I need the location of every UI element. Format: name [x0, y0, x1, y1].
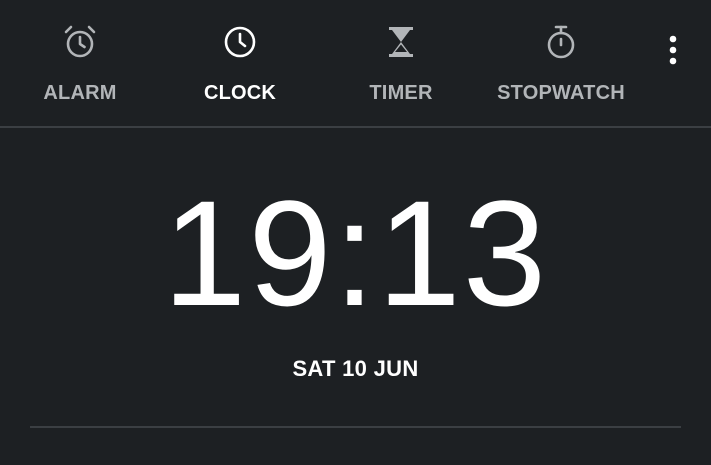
clock-icon: [220, 22, 260, 62]
stopwatch-icon: [541, 22, 581, 62]
overflow-menu-button[interactable]: [656, 30, 690, 70]
tab-timer[interactable]: TIMER: [316, 0, 486, 127]
alarm-clock-icon: [60, 22, 100, 62]
clock-app: ALARM CLOCK TIMER STOPWATCH 19:13 SAT 10…: [0, 0, 711, 465]
clock-date: SAT 10 JUN: [292, 356, 419, 381]
tab-bar: ALARM CLOCK TIMER STOPWATCH: [0, 0, 711, 127]
tab-clock-label: CLOCK: [203, 82, 277, 104]
tab-stopwatch-label: STOPWATCH: [497, 82, 625, 104]
tab-bar-divider: [0, 126, 711, 128]
content-divider: [30, 426, 681, 428]
tab-timer-label: TIMER: [369, 82, 433, 104]
hourglass-icon: [381, 22, 421, 62]
more-vertical-icon: [656, 30, 690, 70]
tab-stopwatch[interactable]: STOPWATCH: [476, 0, 646, 127]
clock-time: 19:13: [162, 169, 549, 337]
tab-alarm-label: ALARM: [43, 82, 117, 104]
tab-alarm[interactable]: ALARM: [0, 0, 165, 127]
tab-clock[interactable]: CLOCK: [155, 0, 325, 127]
